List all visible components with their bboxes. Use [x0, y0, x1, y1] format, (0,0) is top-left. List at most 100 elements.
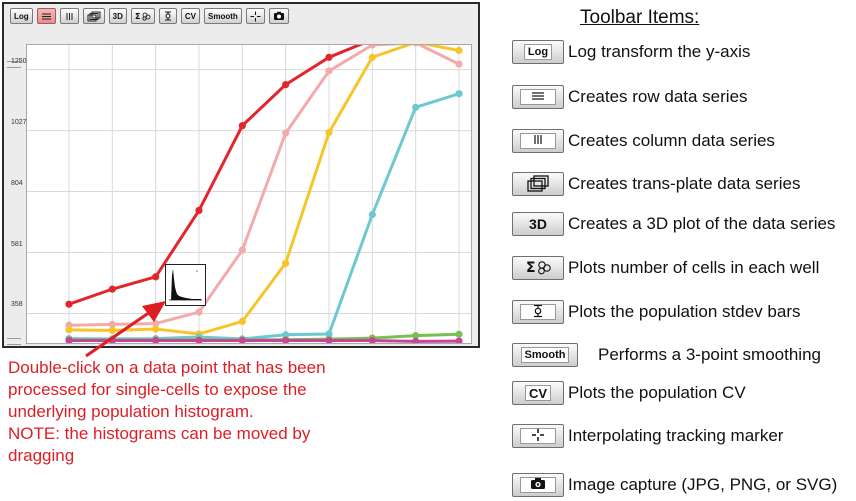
data-point[interactable]	[412, 103, 420, 111]
histogram-plot	[169, 269, 202, 301]
annotation-line: NOTE: the histograms can be moved by	[8, 424, 311, 443]
data-point[interactable]	[455, 60, 463, 68]
log-button-sample-label: Log	[523, 44, 553, 60]
column-series-button[interactable]	[59, 8, 79, 24]
svg-text:Σ: Σ	[135, 12, 140, 21]
legend-item-text: Creates trans-plate data series	[568, 174, 801, 193]
data-point[interactable]	[65, 300, 73, 308]
legend-item-text: Creates a 3D plot of the data series	[568, 214, 836, 233]
series-line-1[interactable]	[68, 41, 460, 327]
y-tick-label: 581	[11, 240, 23, 248]
stdev-bars-button-sample	[512, 300, 564, 324]
stdev-bars-button[interactable]	[158, 8, 177, 24]
legend-item-smooth: Smooth Performs a 3-point smoothing	[512, 340, 821, 370]
data-point[interactable]	[455, 90, 463, 98]
data-point[interactable]	[108, 285, 116, 293]
cv-button[interactable]: CV	[180, 8, 201, 24]
line-chart[interactable]	[27, 35, 471, 345]
3d-button-label: 3D	[112, 11, 123, 21]
legend-item-text: Performs a 3-point smoothing	[598, 345, 821, 364]
data-point[interactable]	[282, 129, 290, 137]
annotation-text: Double-click on a data point that has be…	[8, 357, 378, 467]
legend-item-row-series: Creates row data series	[512, 82, 748, 112]
data-point[interactable]	[65, 326, 73, 334]
cell-count-icon: Σ	[135, 11, 151, 21]
log-button-sample: Log	[512, 40, 564, 64]
data-point[interactable]	[238, 246, 246, 254]
trans-plate-button[interactable]	[82, 8, 105, 24]
legend-item-tracking-marker: Interpolating tracking marker	[512, 421, 783, 451]
data-point[interactable]	[455, 46, 463, 55]
y-tick-label: 1027	[11, 118, 27, 126]
data-point[interactable]	[152, 325, 160, 333]
legend-item-3d: 3D Creates a 3D plot of the data series	[512, 209, 835, 239]
data-point[interactable]	[455, 337, 463, 345]
data-point[interactable]	[195, 206, 203, 215]
data-point[interactable]	[282, 81, 290, 89]
data-point[interactable]	[282, 259, 290, 267]
legend-item-stdev-bars: Plots the population stdev bars	[512, 297, 800, 327]
cell-count-icon: Σ	[524, 258, 552, 279]
smooth-button-label: Smooth	[208, 11, 238, 21]
y-tick-label: 358	[11, 301, 23, 309]
svg-text:Σ: Σ	[526, 260, 536, 276]
tracking-marker-button[interactable]	[245, 8, 265, 24]
data-point[interactable]	[195, 308, 203, 316]
3d-button-sample: 3D	[512, 212, 564, 236]
data-point[interactable]	[325, 67, 333, 75]
tracking-marker-icon	[250, 11, 261, 22]
log-button[interactable]: Log	[10, 8, 33, 24]
legend-item-text: Creates column data series	[568, 131, 775, 150]
y-tick-label: 1250	[11, 57, 27, 65]
trans-plate-button-sample	[512, 172, 564, 196]
smooth-button-sample: Smooth	[512, 343, 578, 367]
histogram-popup[interactable]	[165, 264, 206, 306]
legend-item-text: Plots number of cells in each well	[568, 258, 820, 277]
y-tick-label: 804	[11, 179, 23, 187]
series-line-5[interactable]	[69, 339, 460, 343]
annotation-line: Double-click on a data point that has be…	[8, 358, 326, 377]
3d-button[interactable]: 3D	[108, 8, 127, 24]
data-point[interactable]	[152, 273, 160, 281]
camera-button-sample	[512, 473, 564, 497]
cv-button-sample-label: CV	[524, 385, 552, 401]
legend-item-trans-plate: Creates trans-plate data series	[512, 169, 800, 199]
data-point[interactable]	[325, 128, 333, 137]
log-button-label: Log	[14, 11, 29, 21]
trans-plate-icon	[87, 11, 101, 22]
cv-button-sample: CV	[512, 381, 564, 405]
plot-area[interactable]	[26, 35, 472, 345]
legend-item-text: Interpolating tracking marker	[568, 426, 784, 445]
data-point[interactable]	[325, 53, 333, 61]
3d-button-sample-label: 3D	[529, 216, 547, 232]
data-point[interactable]	[238, 122, 246, 130]
column-series-button-sample	[512, 129, 564, 153]
annotation-line: processed for single-cells to expose the	[8, 380, 307, 399]
series-line-0[interactable]	[68, 38, 459, 306]
camera-icon	[530, 477, 546, 493]
smooth-button[interactable]: Smooth	[204, 8, 242, 24]
legend-item-column-series: Creates column data series	[512, 126, 775, 156]
column-series-icon	[531, 134, 545, 148]
data-point[interactable]	[455, 330, 463, 338]
camera-button[interactable]	[268, 8, 289, 24]
legend-item-text: Plots the population CV	[568, 383, 746, 402]
app-window: Log 3D Σ CV Smooth 358 581 804 1027 1250	[2, 2, 480, 348]
row-series-button[interactable]	[36, 8, 56, 24]
toolbar: Log 3D Σ CV Smooth	[10, 8, 289, 26]
smooth-button-sample-label: Smooth	[520, 347, 570, 363]
data-point[interactable]	[368, 210, 376, 219]
stdev-bars-icon	[163, 11, 173, 21]
annotation-line: dragging	[8, 446, 75, 465]
stdev-bars-icon	[532, 304, 544, 321]
data-point[interactable]	[238, 317, 246, 326]
data-point[interactable]	[108, 326, 116, 335]
cv-button-label: CV	[184, 11, 197, 21]
resize-grip-bottom[interactable]	[7, 338, 21, 345]
legend-item-text: Creates row data series	[568, 87, 748, 106]
data-point[interactable]	[412, 337, 420, 345]
cell-count-button[interactable]: Σ	[130, 8, 155, 24]
data-point[interactable]	[368, 53, 376, 61]
cell-count-button-sample: Σ	[512, 256, 564, 280]
row-series-button-sample	[512, 85, 564, 109]
